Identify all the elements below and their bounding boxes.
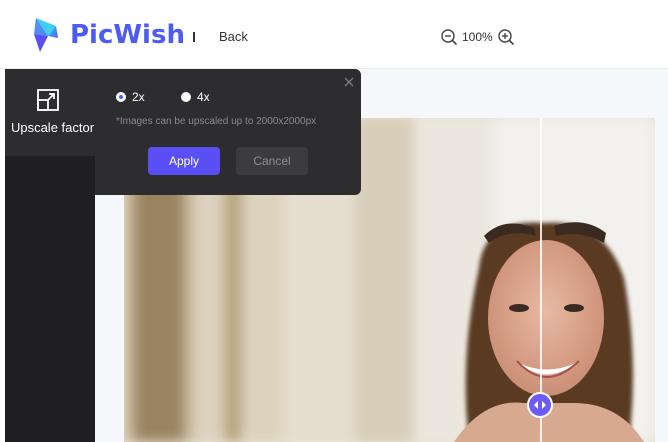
tool-upscale-factor[interactable]: Upscale factor: [5, 69, 95, 156]
radio-unselected-icon: [181, 92, 191, 102]
upscale-note: *Images can be upscaled up to 2000x2000p…: [116, 116, 317, 127]
option-2x-label: 2x: [132, 90, 145, 104]
cancel-button[interactable]: Cancel: [236, 147, 308, 175]
close-icon[interactable]: [342, 75, 356, 89]
app-header: PicWish Back 100%: [0, 0, 668, 69]
zoom-in-icon[interactable]: [497, 28, 515, 46]
picwish-logo-icon: [34, 18, 58, 52]
header-separator: [193, 32, 195, 42]
zoom-controls: 100%: [440, 27, 515, 47]
option-4x[interactable]: 4x: [181, 90, 210, 104]
tool-panel: Upscale factor: [5, 69, 95, 442]
compare-arrows-icon[interactable]: [527, 392, 553, 418]
zoom-level: 100%: [462, 30, 493, 44]
radio-selected-icon: [116, 92, 126, 102]
option-4x-label: 4x: [197, 90, 210, 104]
upscale-popover: [95, 69, 361, 195]
option-2x[interactable]: 2x: [116, 90, 145, 104]
upscale-icon: [37, 89, 59, 111]
tool-upscale-label: Upscale factor: [10, 120, 95, 135]
back-button[interactable]: Back: [219, 29, 248, 44]
brand-name: PicWish: [70, 20, 185, 50]
zoom-out-icon[interactable]: [440, 28, 458, 46]
apply-button[interactable]: Apply: [148, 147, 220, 175]
